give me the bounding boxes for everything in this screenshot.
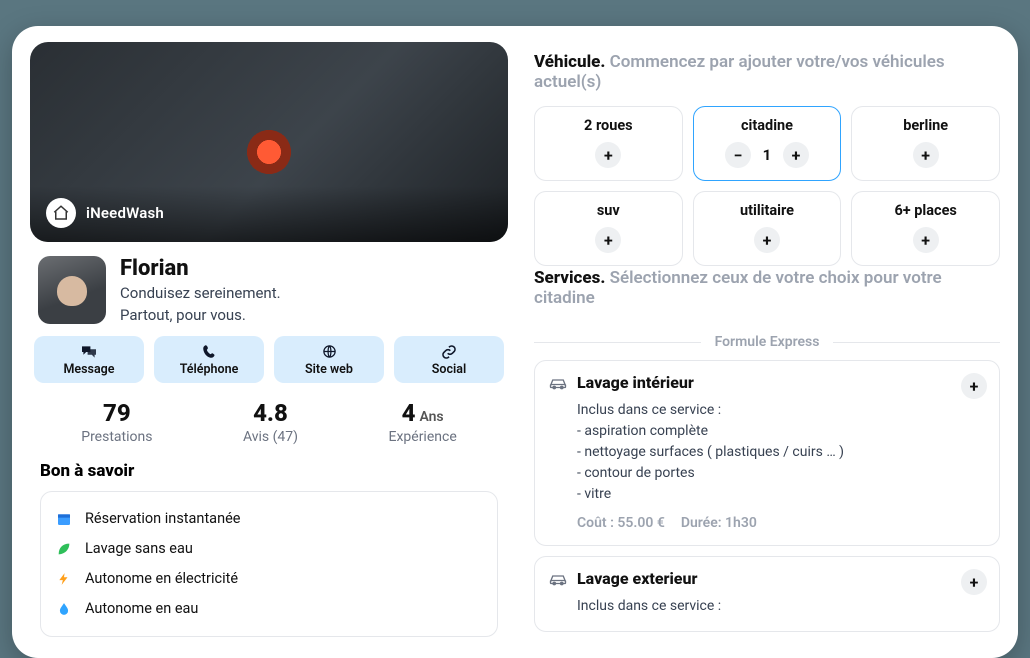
service-title: Lavage intérieur <box>577 373 694 392</box>
plus-button[interactable]: + <box>595 227 621 253</box>
plus-button[interactable]: + <box>595 142 621 168</box>
service-lavage-interieur[interactable]: Lavage intérieur + Inclus dans ce servic… <box>534 360 1000 546</box>
avatar <box>38 256 106 324</box>
vehicle-grid: 2 roues + citadine − 1 + berline + suv + <box>534 106 1000 266</box>
profile-text: Florian Conduisez sereinement. Partout, … <box>120 256 281 326</box>
contact-social-button[interactable]: Social <box>394 336 504 383</box>
stat-rating: 4.8 Avis (47) <box>243 399 298 445</box>
hero-image: iNeedWash <box>30 42 508 242</box>
service-inclus: Inclus dans ce service : <box>577 596 985 617</box>
vehicle-label: 6+ places <box>860 202 991 219</box>
gtk-item-water: Autonome en eau <box>55 594 483 624</box>
gtk-title: Bon à savoir <box>40 461 498 481</box>
app-card: iNeedWash Florian Conduisez sereinement.… <box>12 26 1018 658</box>
vehicle-citadine[interactable]: citadine − 1 + <box>693 106 842 181</box>
plus-button[interactable]: + <box>913 227 939 253</box>
right-column: Véhicule. Commencez par ajouter votre/vo… <box>534 42 1000 642</box>
vehicle-utilitaire[interactable]: utilitaire + <box>693 191 842 266</box>
plus-button[interactable]: + <box>913 142 939 168</box>
droplet-icon <box>55 600 73 618</box>
vehicle-title: Véhicule. <box>534 52 605 72</box>
stat-exp-num: 4 <box>402 399 416 427</box>
gtk-item-label: Réservation instantanée <box>85 510 240 527</box>
profile-name: Florian <box>120 256 281 281</box>
car-icon <box>549 375 567 394</box>
service-line: - contour de portes <box>577 463 985 484</box>
service-lavage-exterieur[interactable]: Lavage exterieur + Inclus dans ce servic… <box>534 556 1000 632</box>
formula-label: Formule Express <box>715 334 820 350</box>
vehicle-berline[interactable]: berline + <box>851 106 1000 181</box>
stat-experience: 4Ans Expérience <box>389 399 457 445</box>
stats-row: 79 Prestations 4.8 Avis (47) 4Ans Expéri… <box>30 383 508 455</box>
vehicle-label: berline <box>860 117 991 134</box>
plus-button[interactable]: + <box>754 227 780 253</box>
brand-label: iNeedWash <box>86 204 164 222</box>
contact-web-button[interactable]: Site web <box>274 336 384 383</box>
stat-prestations-label: Prestations <box>81 429 152 445</box>
brand-row: iNeedWash <box>46 198 164 228</box>
stat-exp-label: Expérience <box>389 429 457 445</box>
service-cost: Coût : 55.00 € <box>577 515 665 531</box>
phone-icon <box>158 344 260 360</box>
vehicle-suv[interactable]: suv + <box>534 191 683 266</box>
service-inclus: Inclus dans ce service : <box>577 400 985 421</box>
contact-message-button[interactable]: Message <box>34 336 144 383</box>
vehicle-section-head: Véhicule. Commencez par ajouter votre/vo… <box>534 52 1000 92</box>
service-footer: Coût : 55.00 € Durée: 1h30 <box>577 515 985 531</box>
profile-row: Florian Conduisez sereinement. Partout, … <box>30 242 508 336</box>
service-add-button[interactable]: + <box>961 373 987 399</box>
stat-prestations: 79 Prestations <box>81 399 152 445</box>
contact-phone-button[interactable]: Téléphone <box>154 336 264 383</box>
link-icon <box>398 344 500 360</box>
stat-rating-num: 4.8 <box>243 399 298 427</box>
gtk-item-label: Autonome en eau <box>85 600 198 617</box>
vehicle-label: 2 roues <box>543 117 674 134</box>
gtk-item-label: Lavage sans eau <box>85 540 193 557</box>
leaf-icon <box>55 540 73 558</box>
vehicle-label: citadine <box>702 117 833 134</box>
formula-divider: Formule Express <box>534 334 1000 350</box>
minus-button[interactable]: − <box>725 142 751 168</box>
service-body: Inclus dans ce service : <box>577 596 985 617</box>
globe-icon <box>278 344 380 360</box>
contact-message-label: Message <box>38 362 140 377</box>
bolt-icon <box>55 570 73 588</box>
profile-line1: Conduisez sereinement. <box>120 283 281 303</box>
gtk-item-electricity: Autonome en électricité <box>55 564 483 594</box>
gtk-item-waterless: Lavage sans eau <box>55 534 483 564</box>
car-icon <box>549 571 567 590</box>
stat-exp-unit: Ans <box>419 409 443 425</box>
profile-line2: Partout, pour vous. <box>120 305 281 325</box>
stat-rating-label: Avis (47) <box>243 429 298 445</box>
good-to-know: Bon à savoir Réservation instantanée Lav… <box>30 455 508 637</box>
vehicle-label: suv <box>543 202 674 219</box>
plus-button[interactable]: + <box>783 142 809 168</box>
gtk-item-reservation: Réservation instantanée <box>55 504 483 534</box>
gtk-card: Réservation instantanée Lavage sans eau … <box>40 491 498 637</box>
vehicle-label: utilitaire <box>702 202 833 219</box>
message-icon <box>38 344 140 360</box>
calendar-icon <box>55 510 73 528</box>
brand-home-icon <box>46 198 76 228</box>
service-body: Inclus dans ce service : - aspiration co… <box>577 400 985 505</box>
vehicle-6places[interactable]: 6+ places + <box>851 191 1000 266</box>
gtk-item-label: Autonome en électricité <box>85 570 238 587</box>
contact-web-label: Site web <box>278 362 380 377</box>
left-column: iNeedWash Florian Conduisez sereinement.… <box>30 42 508 642</box>
service-duration: Durée: 1h30 <box>681 515 757 531</box>
contact-phone-label: Téléphone <box>158 362 260 377</box>
service-line: - nettoyage surfaces ( plastiques / cuir… <box>577 442 985 463</box>
services-section-head: Services. Sélectionnez ceux de votre cho… <box>534 268 1000 308</box>
service-title: Lavage exterieur <box>577 569 697 588</box>
service-add-button[interactable]: + <box>961 569 987 595</box>
contact-row: Message Téléphone Site web Social <box>30 336 508 383</box>
vehicle-2roues[interactable]: 2 roues + <box>534 106 683 181</box>
contact-social-label: Social <box>398 362 500 377</box>
stat-prestations-num: 79 <box>81 399 152 427</box>
service-line: - vitre <box>577 484 985 505</box>
service-line: - aspiration complète <box>577 421 985 442</box>
services-title: Services. <box>534 268 605 288</box>
vehicle-qty: 1 <box>761 146 773 164</box>
